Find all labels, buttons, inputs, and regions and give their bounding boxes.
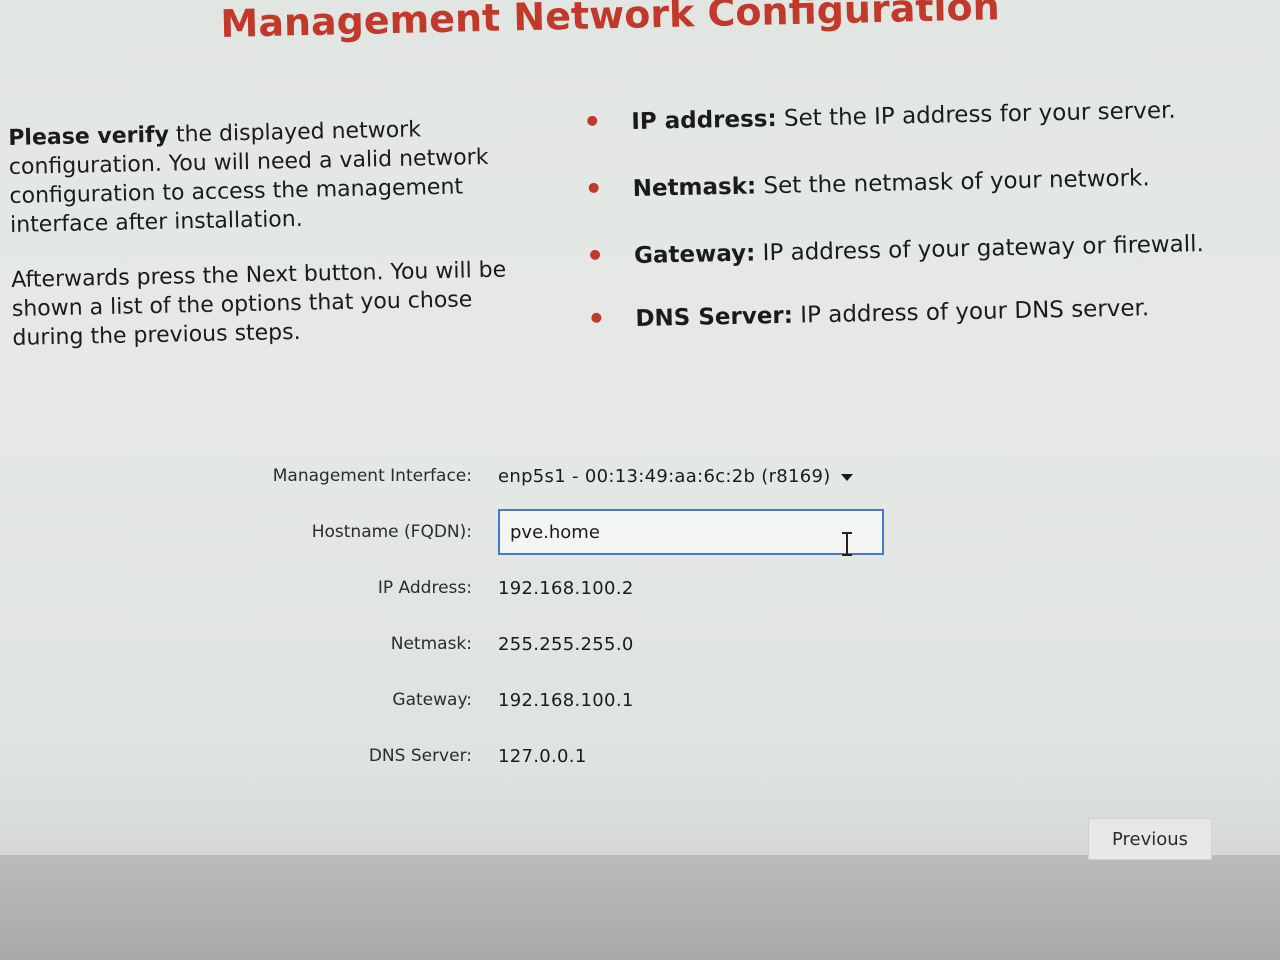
bullet-icon <box>587 115 598 126</box>
intro-text: Please verify the displayed network conf… <box>8 113 543 379</box>
form-row-interface: Management Interface: enp5s1 - 00:13:49:… <box>240 448 940 504</box>
help-term-ip: IP address: <box>631 105 777 136</box>
intro-emphasis: Please verify <box>8 122 170 151</box>
dns-field[interactable]: 127.0.0.1 <box>498 746 587 767</box>
dns-label: DNS Server: <box>368 746 472 766</box>
chevron-down-icon <box>840 473 853 481</box>
bullet-icon <box>589 249 601 260</box>
bullet-icon <box>588 182 599 193</box>
hostname-input[interactable] <box>498 509 884 555</box>
netmask-field[interactable]: 255.255.255.0 <box>498 634 634 655</box>
bottom-bar <box>0 855 1280 960</box>
netmask-label: Netmask: <box>390 634 472 654</box>
network-form: Management Interface: enp5s1 - 00:13:49:… <box>240 448 940 784</box>
gateway-label: Gateway: <box>392 690 472 710</box>
help-item-ip: IP address: Set the IP address for your … <box>585 95 1226 139</box>
help-desc-dns: IP address of your DNS server. <box>792 295 1150 329</box>
bullet-icon <box>591 312 602 323</box>
form-row-netmask: Netmask: 255.255.255.0 <box>240 616 940 672</box>
text-cursor-icon <box>842 532 852 556</box>
hostname-label: Hostname (FQDN): <box>311 522 472 542</box>
installer-screen: Management Network Configuration Please … <box>0 0 1280 960</box>
help-item-netmask: Netmask: Set the netmask of your network… <box>586 162 1227 206</box>
help-desc-gateway: IP address of your gateway or firewall. <box>755 231 1205 267</box>
help-desc-ip: Set the IP address for your server. <box>776 97 1176 132</box>
intro-paragraph-1: Please verify the displayed network conf… <box>8 113 540 240</box>
page-title: Management Network Configuration <box>220 0 1001 46</box>
form-row-gateway: Gateway: 192.168.100.1 <box>240 672 940 728</box>
form-row-ip: IP Address: 192.168.100.2 <box>240 560 940 616</box>
help-desc-netmask: Set the netmask of your network. <box>755 165 1150 200</box>
ip-label: IP Address: <box>377 578 472 598</box>
form-row-dns: DNS Server: 127.0.0.1 <box>240 728 940 784</box>
intro-paragraph-2: Afterwards press the Next button. You wi… <box>11 257 507 351</box>
help-term-dns: DNS Server: <box>635 302 794 332</box>
ip-field[interactable]: 192.168.100.2 <box>498 578 634 599</box>
help-term-gateway: Gateway: <box>633 240 756 270</box>
help-list: IP address: Set the IP address for your … <box>585 95 1230 336</box>
gateway-field[interactable]: 192.168.100.1 <box>498 690 634 711</box>
help-item-dns: DNS Server: IP address of your DNS serve… <box>589 292 1230 336</box>
interface-label: Management Interface: <box>272 466 472 486</box>
interface-select[interactable]: enp5s1 - 00:13:49:aa:6c:2b (r8169) <box>498 466 853 487</box>
help-item-gateway: Gateway: IP address of your gateway or f… <box>588 229 1229 273</box>
form-row-hostname: Hostname (FQDN): <box>240 504 940 560</box>
previous-button[interactable]: Previous <box>1088 818 1212 860</box>
help-term-netmask: Netmask: <box>632 173 757 203</box>
interface-value: enp5s1 - 00:13:49:aa:6c:2b (r8169) <box>498 465 831 487</box>
